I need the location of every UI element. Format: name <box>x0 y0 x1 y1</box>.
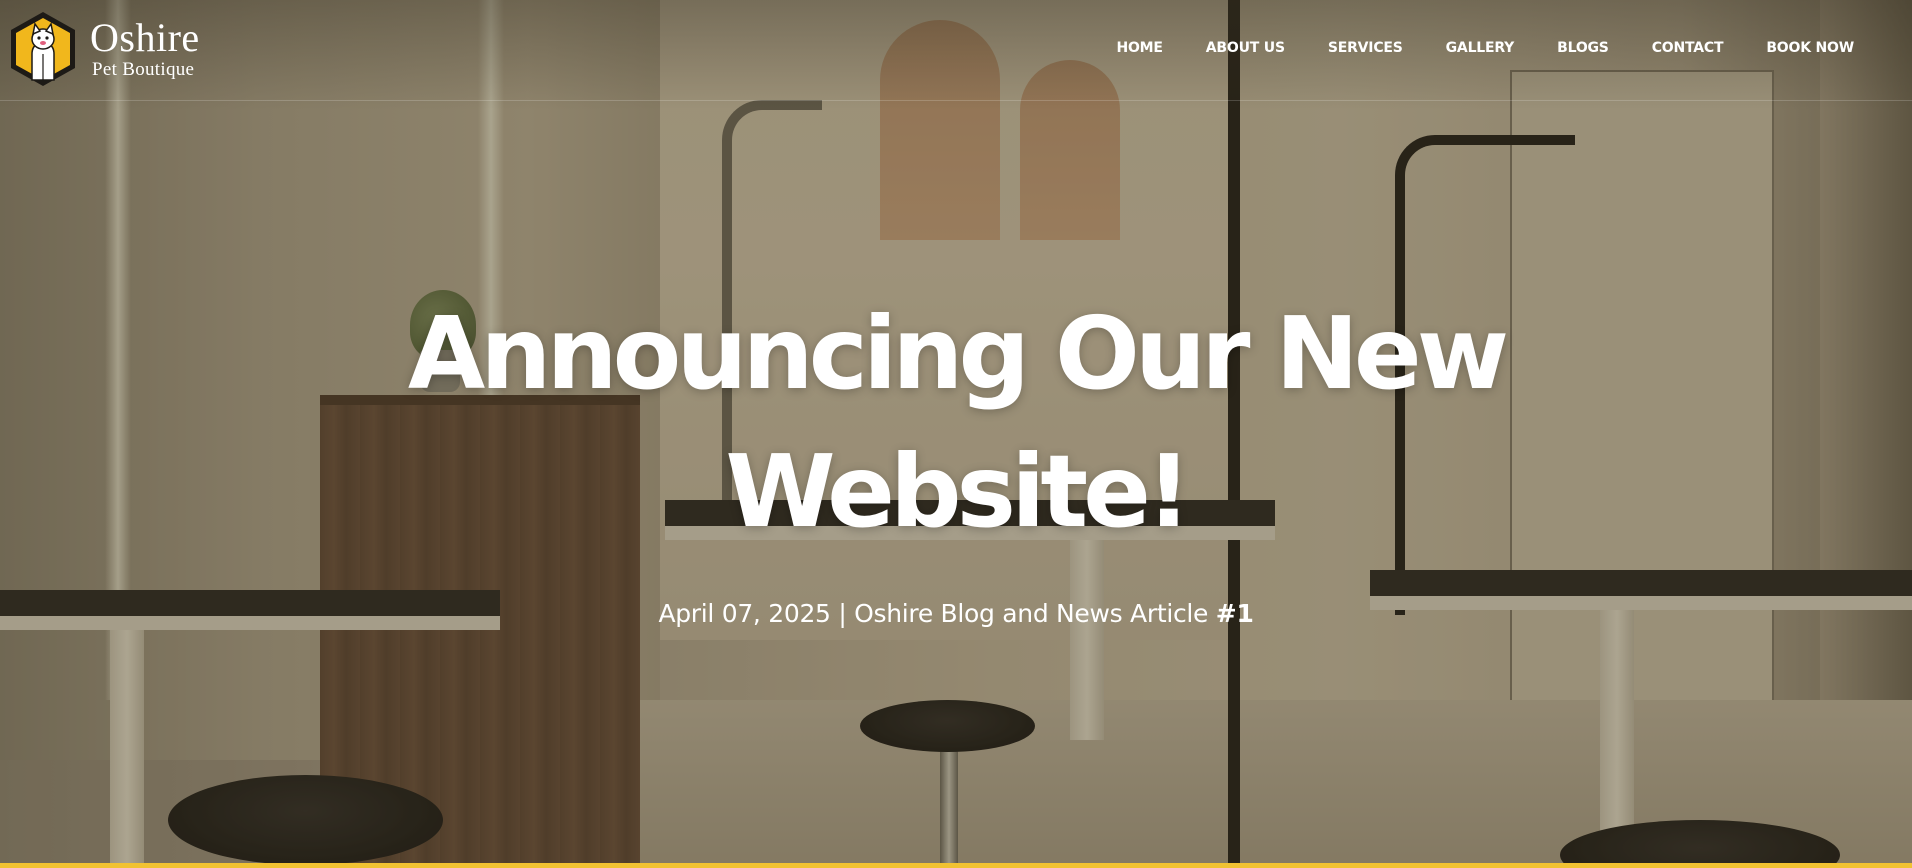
main-nav: HOME ABOUT US SERVICES GALLERY BLOGS CON… <box>1116 40 1854 56</box>
accent-bar <box>0 863 1912 868</box>
meta-separator: | <box>838 599 847 628</box>
nav-services-link[interactable]: SERVICES <box>1328 40 1403 56</box>
site-header: Oshire Pet Boutique HOME ABOUT US SERVIC… <box>0 0 1912 101</box>
nav-book-now-link[interactable]: BOOK NOW <box>1766 40 1854 56</box>
brand-name: Oshire <box>90 15 200 60</box>
brand-home-link[interactable]: Oshire Pet Boutique <box>8 10 200 88</box>
post-date: April 07, 2025 <box>658 599 831 628</box>
hero-title-line-2: Website! <box>725 433 1191 550</box>
nav-blogs-link[interactable]: BLOGS <box>1557 40 1609 56</box>
brand-tagline: Pet Boutique <box>92 59 195 80</box>
hero-title-line-1: Announcing Our New <box>407 295 1509 412</box>
hero-content: Announcing Our New Website! April 07, 20… <box>356 285 1556 628</box>
hero-title: Announcing Our New Website! <box>356 285 1556 561</box>
cat-hexagon-logo-icon <box>11 12 75 86</box>
nav-home-link[interactable]: HOME <box>1116 40 1163 56</box>
nav-about-us-link[interactable]: ABOUT US <box>1206 40 1285 56</box>
article-label: Oshire Blog and News Article <box>854 599 1209 628</box>
nav-gallery-link[interactable]: GALLERY <box>1446 40 1515 56</box>
article-number: #1 <box>1215 599 1254 628</box>
hero-meta: April 07, 2025 | Oshire Blog and News Ar… <box>356 599 1556 628</box>
nav-contact-link[interactable]: CONTACT <box>1652 40 1724 56</box>
